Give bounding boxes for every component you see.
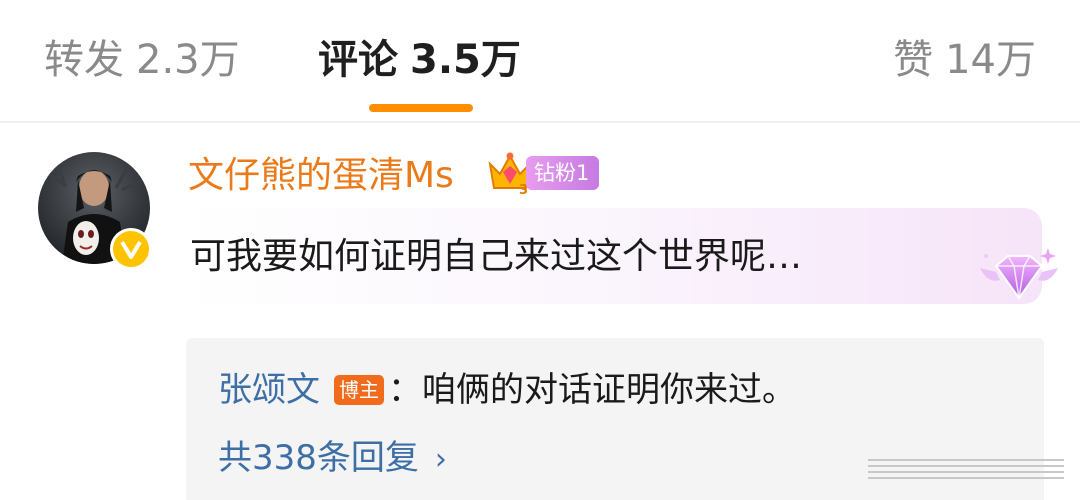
tab-likes-count: 14万 — [945, 37, 1036, 83]
active-tab-indicator — [369, 104, 473, 112]
watermark-lines — [866, 454, 1066, 484]
view-replies-link[interactable]: 共338条回复 › — [218, 434, 447, 484]
fan-level-badge[interactable]: 钻粉1 — [526, 156, 600, 190]
reply-item: 张颂文 博主 ：咱俩的对话证明你来过。 — [218, 366, 796, 414]
tab-comments-count: 3.5万 — [410, 37, 521, 83]
tab-likes-label: 赞 — [893, 37, 934, 83]
tab-comments-label: 评论 — [318, 37, 398, 83]
reply-text: ：咱俩的对话证明你来过。 — [388, 370, 796, 410]
tab-bar: 转发 2.3万 评论 3.5万 赞 14万 — [0, 0, 1080, 123]
tab-repost[interactable]: 转发 2.3万 — [44, 30, 240, 90]
tab-repost-label: 转发 — [44, 37, 124, 83]
tab-comments[interactable]: 评论 3.5万 — [318, 30, 521, 90]
author-tag-badge: 博主 — [334, 375, 384, 405]
comment-text: 可我要如何证明自己来过这个世界呢… — [190, 236, 803, 277]
tab-repost-count: 2.3万 — [136, 37, 240, 83]
tab-likes[interactable]: 赞 14万 — [893, 30, 1036, 90]
diamond-gem-icon — [974, 244, 1064, 310]
tab-divider — [0, 121, 1080, 123]
verified-v-icon — [110, 228, 152, 270]
reply-author[interactable]: 张颂文 — [218, 370, 320, 410]
chevron-right-icon: › — [434, 442, 447, 477]
reply-count-label: 共338条回复 — [218, 438, 419, 478]
comment-username[interactable]: 文仔熊的蛋清Ms — [188, 152, 454, 200]
